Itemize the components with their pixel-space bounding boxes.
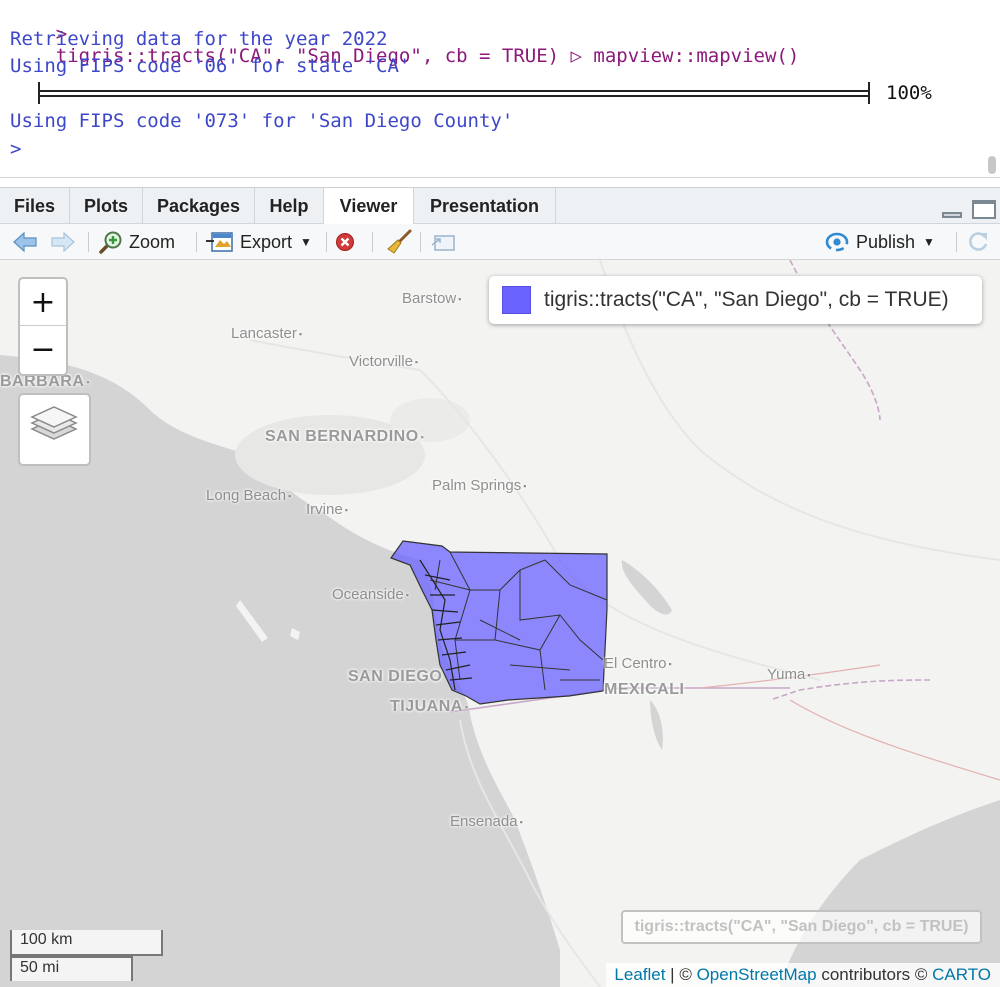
place-irvine: Irvine (306, 501, 348, 518)
scale-bar-mi: 50 mi (10, 956, 133, 981)
zoom-label: Zoom (129, 231, 176, 252)
attribution-separator: | © (665, 965, 697, 984)
console-output-line: Using FIPS code '073' for 'San Diego Cou… (10, 110, 514, 132)
console-output-line: Using FIPS code '06' for state 'CA' (10, 55, 411, 77)
layers-control-button[interactable] (18, 393, 91, 466)
remove-icon (336, 233, 354, 251)
export-label: Export (240, 231, 293, 252)
refresh-button[interactable] (966, 224, 990, 260)
layers-icon (30, 406, 78, 440)
progress-percent: 100% (886, 82, 932, 104)
leaflet-map[interactable]: Barstow Lancaster Victorville BARBARA SA… (0, 260, 1000, 987)
legend-swatch (502, 286, 531, 314)
zoom-out-button[interactable]: − (20, 326, 66, 373)
tab-packages[interactable]: Packages (143, 188, 255, 224)
remove-viewer-item-button[interactable] (335, 224, 355, 260)
viewer-toolbar: Zoom Export ▼ Publish ▼ (0, 224, 1000, 260)
layer-name-label: tigris::tracts("CA", "San Diego", cb = T… (621, 910, 982, 944)
map-attribution: Leaflet | © OpenStreetMap contributors ©… (606, 963, 1000, 987)
publish-button[interactable]: Publish ▼ (824, 224, 935, 260)
place-oceanside: Oceanside (332, 586, 409, 603)
basemap-tiles (0, 260, 1000, 987)
openstreetmap-link[interactable]: OpenStreetMap (697, 965, 817, 984)
zoom-button[interactable]: Zoom (99, 224, 175, 260)
place-san-bernardino: SAN BERNARDINO (265, 428, 424, 446)
maximize-pane-icon[interactable] (972, 200, 996, 219)
zoom-in-button[interactable]: + (20, 279, 66, 326)
back-button[interactable] (12, 224, 38, 260)
popout-icon (431, 235, 455, 251)
console-output-line: Retrieving data for the year 2022 (10, 28, 388, 50)
export-caret-icon: ▼ (300, 235, 312, 249)
leaflet-link[interactable]: Leaflet (614, 965, 665, 984)
place-el-centro: El Centro (604, 655, 672, 672)
forward-button[interactable] (50, 224, 76, 260)
place-mexicali: MEXICALI (604, 681, 685, 698)
clear-viewer-button[interactable] (386, 224, 412, 260)
minimize-pane-icon[interactable] (942, 212, 962, 218)
console-pane[interactable]: > tigris::tracts("CA", "San Diego", cb =… (0, 0, 1000, 178)
map-legend: tigris::tracts("CA", "San Diego", cb = T… (489, 276, 982, 324)
magnifier-icon (99, 231, 122, 254)
attribution-contributors: contributors © (816, 965, 933, 984)
progress-fill (38, 90, 870, 97)
place-long-beach: Long Beach (206, 487, 291, 504)
refresh-icon (969, 232, 988, 251)
carto-link[interactable]: CARTO (932, 965, 991, 984)
tab-help[interactable]: Help (255, 188, 324, 224)
legend-label: tigris::tracts("CA", "San Diego", cb = T… (544, 288, 949, 311)
pane-tab-bar: Files Plots Packages Help Viewer Present… (0, 187, 1000, 225)
publish-caret-icon: ▼ (923, 235, 935, 249)
back-arrow-icon (13, 231, 37, 253)
broom-icon (387, 229, 412, 254)
download-progress-bar (38, 82, 870, 104)
console-prompt[interactable]: > (10, 138, 21, 160)
place-lancaster: Lancaster (231, 325, 302, 342)
tab-files[interactable]: Files (0, 188, 70, 224)
tab-plots[interactable]: Plots (70, 188, 143, 224)
tab-viewer[interactable]: Viewer (324, 188, 414, 225)
export-button[interactable]: Export ▼ (206, 224, 312, 260)
place-yuma: Yuma (767, 666, 811, 683)
place-tijuana: TIJUANA (390, 698, 469, 716)
place-victorville: Victorville (349, 353, 418, 370)
publish-label: Publish (856, 231, 916, 252)
place-ensenada: Ensenada (450, 813, 523, 830)
scale-bar-km: 100 km (10, 930, 163, 956)
forward-arrow-icon (51, 231, 75, 253)
tab-presentation[interactable]: Presentation (414, 188, 556, 224)
console-scrollbar[interactable] (988, 156, 996, 174)
zoom-control: + − (18, 277, 68, 376)
place-san-diego: SAN DIEGO (348, 668, 443, 685)
place-barstow: Barstow (402, 290, 461, 307)
export-icon (206, 232, 233, 252)
popout-button[interactable] (430, 224, 456, 260)
place-palm-springs: Palm Springs (432, 477, 526, 494)
publish-icon (825, 232, 849, 252)
